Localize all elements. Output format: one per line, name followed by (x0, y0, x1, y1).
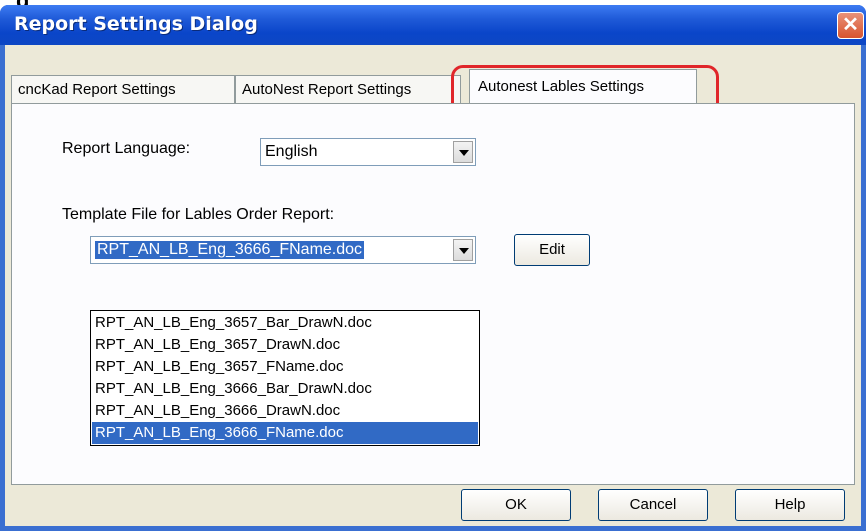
list-item[interactable]: RPT_AN_LB_Eng_3657_Bar_DrawN.doc (92, 312, 478, 334)
edit-button[interactable]: Edit (514, 234, 590, 266)
tab-label: cncKad Report Settings (18, 81, 176, 98)
list-item[interactable]: RPT_AN_LB_Eng_3666_Bar_DrawN.doc (92, 378, 478, 400)
list-item[interactable]: RPT_AN_LB_Eng_3657_FName.doc (92, 356, 478, 378)
chevron-down-icon[interactable] (453, 239, 473, 261)
report-language-value: English (265, 143, 318, 160)
report-language-label: Report Language: (62, 140, 191, 157)
report-settings-dialog: Report Settings Dialog ✕ cncKad Report S… (0, 5, 866, 531)
title-bar[interactable]: Report Settings Dialog ✕ (0, 5, 866, 45)
ok-button[interactable]: OK (461, 489, 571, 521)
list-item-selected[interactable]: RPT_AN_LB_Eng_3666_FName.doc (92, 422, 478, 444)
tab-label: AutoNest Report Settings (242, 81, 412, 98)
template-file-select[interactable]: RPT_AN_LB_Eng_3666_FName.doc (90, 236, 476, 264)
template-file-dropdown-list[interactable]: RPT_AN_LB_Eng_3657_Bar_DrawN.doc RPT_AN_… (90, 310, 480, 446)
tab-cnckad-report-settings[interactable]: cncKad Report Settings (11, 75, 235, 103)
tab-panel: Report Language: English Template File f… (11, 103, 855, 485)
list-item[interactable]: RPT_AN_LB_Eng_3657_DrawN.doc (92, 334, 478, 356)
template-file-value: RPT_AN_LB_Eng_3666_FName.doc (95, 241, 365, 259)
cancel-button[interactable]: Cancel (598, 489, 708, 521)
close-icon: ✕ (842, 14, 859, 36)
tab-autonest-report-settings[interactable]: AutoNest Report Settings (235, 75, 461, 103)
list-item[interactable]: RPT_AN_LB_Eng_3666_DrawN.doc (92, 400, 478, 422)
dialog-client-area: cncKad Report Settings AutoNest Report S… (5, 45, 861, 526)
close-button[interactable]: ✕ (837, 12, 864, 39)
chevron-down-icon[interactable] (453, 141, 473, 163)
report-language-select[interactable]: English (260, 138, 476, 166)
window-title: Report Settings Dialog (14, 13, 258, 35)
help-button[interactable]: Help (735, 489, 845, 521)
template-file-label: Template File for Lables Order Report: (62, 206, 335, 223)
